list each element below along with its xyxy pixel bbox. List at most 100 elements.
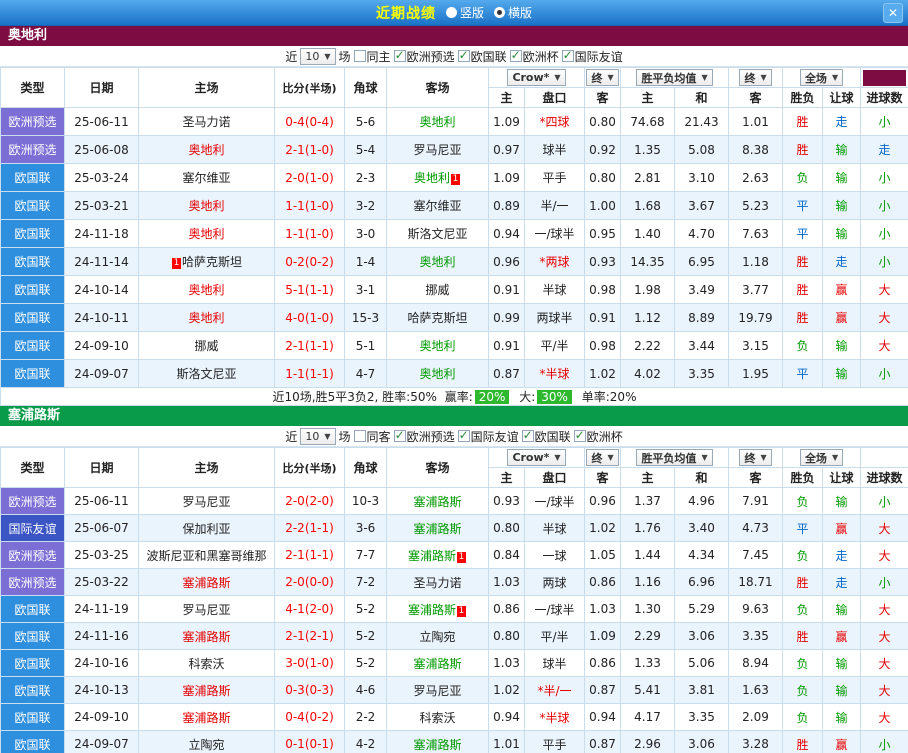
home-team-name: 罗马尼亚 [182, 495, 230, 509]
dialog-title: 近期战绩 [376, 3, 436, 23]
handicap-outcome: 赢 [823, 276, 861, 304]
handicap-value: 球半 [525, 136, 585, 164]
average-select[interactable]: 胜平负均值▼ [636, 449, 712, 466]
asian-home-odds: 0.93 [489, 488, 525, 515]
result-outcome: 平 [783, 192, 823, 220]
same-venue-filter[interactable]: 同主 [354, 48, 391, 65]
red-card-badge: 1 [457, 606, 466, 617]
handicap-value: 平/半 [525, 332, 585, 360]
away-team-cell: 塞浦路斯1 [387, 596, 489, 623]
chevron-down-icon: ▼ [324, 432, 330, 441]
home-team-cell: 保加利亚 [139, 515, 275, 542]
asian-away-odds: 0.87 [585, 731, 621, 753]
match-date: 24-10-16 [65, 650, 139, 677]
league-filter[interactable]: 欧国联 [522, 428, 571, 445]
checkbox-checked-icon[interactable] [394, 430, 406, 442]
asian-home-odds: 1.03 [489, 650, 525, 677]
table-row: 欧洲预选25-06-08奥地利2-1(1-0)5-4罗马尼亚0.97球半0.92… [1, 136, 908, 164]
close-button[interactable]: ✕ [883, 3, 903, 23]
away-team-cell: 塞浦路斯1 [387, 542, 489, 569]
final-odds-select-2[interactable]: 终▼ [739, 69, 771, 86]
home-team-cell: 波斯尼亚和黑塞哥维那 [139, 542, 275, 569]
asian-home-odds: 0.91 [489, 276, 525, 304]
euro-away-odds: 7.91 [729, 488, 783, 515]
handicap-value: 半球 [525, 276, 585, 304]
away-team-cell: 斯洛文尼亚 [387, 220, 489, 248]
big-rate-label: 大: [515, 390, 535, 404]
table-row: 欧国联24-09-10塞浦路斯0-4(0-2)2-2科索沃0.94*半球0.94… [1, 704, 908, 731]
away-team-name: 斯洛文尼亚 [407, 227, 467, 241]
euro-away-odds: 1.18 [729, 248, 783, 276]
checkbox-unchecked-icon[interactable] [354, 50, 366, 62]
euro-away-odds: 18.71 [729, 569, 783, 596]
table-row: 欧国联24-09-10挪威2-1(1-1)5-1奥地利0.91平/半0.982.… [1, 332, 908, 360]
checkbox-checked-icon[interactable] [562, 50, 574, 62]
table-row: 欧洲预选25-03-25波斯尼亚和黑塞哥维那2-1(1-1)7-7塞浦路斯10.… [1, 542, 908, 569]
match-count-select[interactable]: 10▼ [300, 48, 335, 65]
asian-away-odds: 1.00 [585, 192, 621, 220]
layout-option-vertical[interactable]: 竖版 [446, 4, 484, 21]
average-select[interactable]: 胜平负均值▼ [636, 69, 712, 86]
match-date: 25-06-11 [65, 488, 139, 515]
same-venue-filter[interactable]: 同客 [354, 428, 391, 445]
scope-select[interactable]: 全场▼ [800, 449, 843, 466]
checkbox-checked-icon[interactable] [510, 50, 522, 62]
final-odds-select[interactable]: 终▼ [586, 69, 618, 86]
chevron-down-icon: ▼ [607, 453, 613, 462]
home-team-name: 科索沃 [188, 657, 224, 671]
corners-cell: 4-6 [345, 677, 387, 704]
checkbox-unchecked-icon[interactable] [354, 430, 366, 442]
result-outcome: 胜 [783, 731, 823, 753]
checkbox-checked-icon[interactable] [394, 50, 406, 62]
bookmaker-select[interactable]: Crow*▼ [507, 449, 565, 466]
asian-home-odds: 0.94 [489, 704, 525, 731]
goals-outcome: 小 [861, 731, 908, 753]
bookmaker-select[interactable]: Crow*▼ [507, 69, 565, 86]
match-type-badge: 欧洲预选 [1, 108, 65, 136]
scope-header: 全场▼ [783, 68, 861, 88]
match-date: 25-06-11 [65, 108, 139, 136]
layout-option-horizontal[interactable]: 横版 [494, 4, 532, 21]
away-team-name: 奥地利 [419, 255, 455, 269]
column-header: 类型 [1, 68, 65, 108]
handicap-value: 两球 [525, 569, 585, 596]
league-filter[interactable]: 国际友谊 [458, 428, 519, 445]
league-filter[interactable]: 欧洲预选 [394, 48, 455, 65]
handicap-outcome: 走 [823, 248, 861, 276]
summary-cell: 近10场,胜5平3负2, 胜率:50% 赢率:20% 大:30% 单率:20% [1, 388, 908, 406]
league-filter[interactable]: 欧洲杯 [510, 48, 559, 65]
euro-away-odds: 19.79 [729, 304, 783, 332]
goals-outcome: 大 [861, 596, 908, 623]
checkbox-checked-icon[interactable] [458, 430, 470, 442]
league-filter[interactable]: 欧国联 [458, 48, 507, 65]
corner-filler [861, 68, 908, 88]
result-outcome: 负 [783, 677, 823, 704]
column-header: 主 [621, 468, 675, 488]
final-odds-select-2[interactable]: 终▼ [739, 449, 771, 466]
result-outcome: 负 [783, 164, 823, 192]
score-cell: 2-1(1-0) [275, 136, 345, 164]
matches-table: 类型日期主场比分(半场)角球客场Crow*▼终▼胜平负均值▼终▼全场▼主盘口客主… [0, 67, 908, 406]
scope-select[interactable]: 全场▼ [800, 69, 843, 86]
goals-outcome: 大 [861, 704, 908, 731]
league-filter[interactable]: 欧洲杯 [574, 428, 623, 445]
asian-home-odds: 0.97 [489, 136, 525, 164]
score-cell: 1-1(1-0) [275, 220, 345, 248]
score-cell: 2-1(2-1) [275, 623, 345, 650]
match-type-badge: 欧国联 [1, 650, 65, 677]
league-filter[interactable]: 欧洲预选 [394, 428, 455, 445]
asian-home-odds: 0.94 [489, 220, 525, 248]
home-team-name: 哈萨克斯坦 [182, 255, 242, 269]
checkbox-checked-icon[interactable] [574, 430, 586, 442]
match-count-select[interactable]: 10▼ [300, 428, 335, 445]
final-odds-select[interactable]: 终▼ [586, 449, 618, 466]
home-team-cell: 1哈萨克斯坦 [139, 248, 275, 276]
table-row: 欧国联25-03-21奥地利1-1(1-0)3-2塞尔维亚0.89半/一1.00… [1, 192, 908, 220]
away-team-cell: 塞浦路斯 [387, 515, 489, 542]
handicap-outcome: 走 [823, 569, 861, 596]
league-filter[interactable]: 国际友谊 [562, 48, 623, 65]
scope-select-value: 全场 [805, 450, 827, 466]
corners-cell: 1-4 [345, 248, 387, 276]
checkbox-checked-icon[interactable] [522, 430, 534, 442]
checkbox-checked-icon[interactable] [458, 50, 470, 62]
